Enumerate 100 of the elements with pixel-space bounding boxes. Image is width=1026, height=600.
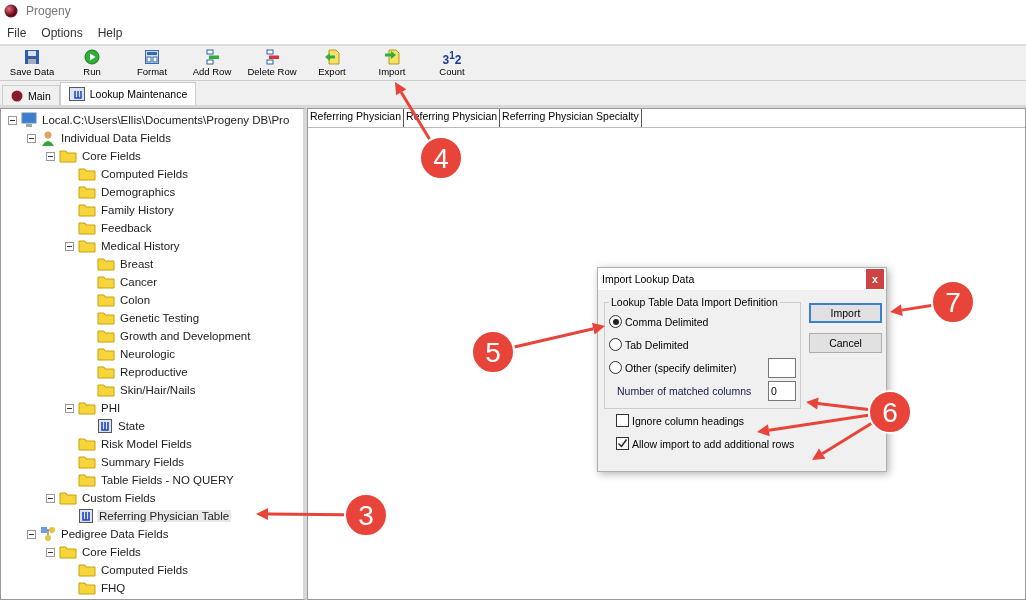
tree-item[interactable]: Local.C:\Users\Ellis\Documents\Progeny DB\Pro bbox=[40, 114, 292, 126]
tree-item[interactable]: Custom Fields bbox=[80, 492, 158, 504]
table-icon bbox=[97, 418, 113, 434]
tree-item[interactable]: Medical History bbox=[99, 240, 182, 252]
checkbox-label[interactable]: Allow import to add additional rows bbox=[632, 437, 795, 450]
callout-number: 5 bbox=[485, 337, 501, 368]
radio-label[interactable]: Tab Delimited bbox=[625, 338, 689, 351]
app-logo-icon bbox=[4, 4, 18, 18]
tree-item[interactable]: Genetic Testing bbox=[118, 312, 202, 324]
radio-button[interactable] bbox=[609, 361, 622, 374]
folder-icon bbox=[97, 329, 115, 343]
folder-icon bbox=[78, 401, 96, 415]
radio-button[interactable] bbox=[609, 315, 622, 328]
radio-button[interactable] bbox=[609, 338, 622, 351]
collapse-toggle[interactable] bbox=[46, 151, 56, 161]
dialog-button[interactable]: Import bbox=[809, 303, 882, 323]
callout-circle bbox=[471, 330, 515, 374]
tree-item[interactable]: Computed Fields bbox=[99, 168, 190, 180]
dialog-title: Import Lookup Data bbox=[602, 273, 695, 285]
tree-item[interactable]: State bbox=[116, 420, 147, 432]
checkbox-label[interactable]: Ignore column headings bbox=[632, 414, 745, 427]
folder-icon bbox=[78, 203, 96, 217]
tree-item[interactable]: Table Fields - NO QUERY bbox=[99, 474, 236, 486]
menu-item[interactable]: Options bbox=[41, 26, 83, 40]
folder-icon bbox=[78, 167, 96, 181]
tree-item[interactable]: Individual Data Fields bbox=[59, 132, 173, 144]
checkbox[interactable] bbox=[616, 437, 629, 450]
toolbar-button[interactable]: Import bbox=[362, 46, 422, 80]
toolbar-button[interactable]: Run bbox=[62, 46, 122, 80]
tree-item[interactable]: Core Fields bbox=[80, 546, 143, 558]
collapse-toggle[interactable] bbox=[65, 403, 75, 413]
table-icon bbox=[78, 508, 94, 524]
callout-number: 4 bbox=[433, 143, 449, 174]
folder-icon bbox=[59, 545, 77, 559]
import-arrow-icon bbox=[384, 49, 400, 65]
tree-item[interactable]: Computed Fields bbox=[99, 564, 190, 576]
checkbox[interactable] bbox=[616, 414, 629, 427]
folder-icon bbox=[78, 437, 96, 451]
close-button[interactable]: x bbox=[866, 269, 884, 289]
tree-item[interactable]: Family History bbox=[99, 204, 176, 216]
collapse-toggle[interactable] bbox=[46, 493, 56, 503]
tree-item[interactable]: Growth and Development bbox=[118, 330, 253, 342]
delimiter-field[interactable] bbox=[768, 357, 796, 378]
tree-item[interactable]: PHI bbox=[99, 402, 123, 414]
callout-number: 3 bbox=[358, 500, 374, 531]
tree-item[interactable]: Colon bbox=[118, 294, 153, 306]
folder-icon bbox=[97, 293, 115, 307]
menu-item[interactable]: Help bbox=[97, 26, 123, 40]
tree-item[interactable]: Risk Model Fields bbox=[99, 438, 194, 450]
folder-icon bbox=[78, 473, 96, 487]
tree-item[interactable]: Summary Fields bbox=[99, 456, 187, 468]
toolbar-button[interactable]: Add Row bbox=[182, 46, 242, 80]
folder-icon bbox=[97, 257, 115, 271]
collapse-toggle[interactable] bbox=[46, 547, 56, 557]
export-arrow-icon bbox=[324, 49, 340, 65]
window-title: Progeny bbox=[26, 4, 71, 18]
toolbar-button[interactable]: Format bbox=[122, 46, 182, 80]
tree-item[interactable]: Demographics bbox=[99, 186, 178, 198]
tree-item[interactable]: Pedigree Data Fields bbox=[59, 528, 171, 540]
collapse-toggle[interactable] bbox=[65, 241, 75, 251]
tree-item[interactable]: Core Fields bbox=[80, 150, 143, 162]
tree-item[interactable]: Skin/Hair/Nails bbox=[118, 384, 198, 396]
callout-circle bbox=[419, 136, 463, 180]
form-layout-icon bbox=[144, 49, 160, 65]
tree-item[interactable]: Feedback bbox=[99, 222, 154, 234]
delete-row-icon bbox=[264, 49, 280, 65]
tab[interactable]: Main bbox=[2, 85, 60, 105]
tab[interactable]: Lookup Maintenance bbox=[59, 82, 197, 105]
tree-item[interactable]: Reproductive bbox=[118, 366, 190, 378]
tree-item[interactable]: Cancer bbox=[118, 276, 160, 288]
radio-label[interactable]: Comma Delimited bbox=[625, 315, 709, 328]
radio-label[interactable]: Other (specify delimiter) bbox=[625, 361, 737, 374]
collapse-toggle[interactable] bbox=[27, 529, 37, 539]
toolbar-button[interactable]: Delete Row bbox=[242, 46, 302, 80]
collapse-toggle[interactable] bbox=[8, 115, 18, 125]
dialog-button[interactable]: Cancel bbox=[809, 333, 882, 353]
callout-number: 7 bbox=[945, 287, 961, 318]
folder-icon bbox=[97, 275, 115, 289]
callout-circle bbox=[931, 280, 975, 324]
toolbar-button[interactable]: 3$^{1}$2 Count bbox=[422, 46, 482, 80]
tree-item[interactable]: Neurologic bbox=[118, 348, 177, 360]
menu-item[interactable]: File bbox=[7, 26, 27, 40]
folder-icon bbox=[78, 221, 96, 235]
callout-number: 6 bbox=[882, 397, 898, 428]
column-header[interactable]: Referring Physician Specialty bbox=[500, 109, 642, 127]
tree-item[interactable]: FHQ bbox=[99, 582, 128, 594]
folder-icon bbox=[59, 149, 77, 163]
tree-item[interactable]: Referring Physician Table bbox=[97, 510, 232, 522]
folder-icon bbox=[97, 347, 115, 361]
app-logo-icon bbox=[11, 89, 23, 102]
group-title: Lookup Table Data Import Definition bbox=[610, 296, 779, 308]
collapse-toggle[interactable] bbox=[27, 133, 37, 143]
toolbar-button[interactable]: Export bbox=[302, 46, 362, 80]
column-header[interactable]: Referring Physician bbox=[308, 109, 405, 127]
tree-item[interactable]: Breast bbox=[118, 258, 156, 270]
table-icon bbox=[68, 87, 85, 101]
columns-field[interactable]: 0 bbox=[768, 380, 796, 401]
person-icon bbox=[40, 130, 56, 146]
toolbar-button[interactable]: Save Data bbox=[2, 46, 62, 80]
folder-icon bbox=[78, 563, 96, 577]
